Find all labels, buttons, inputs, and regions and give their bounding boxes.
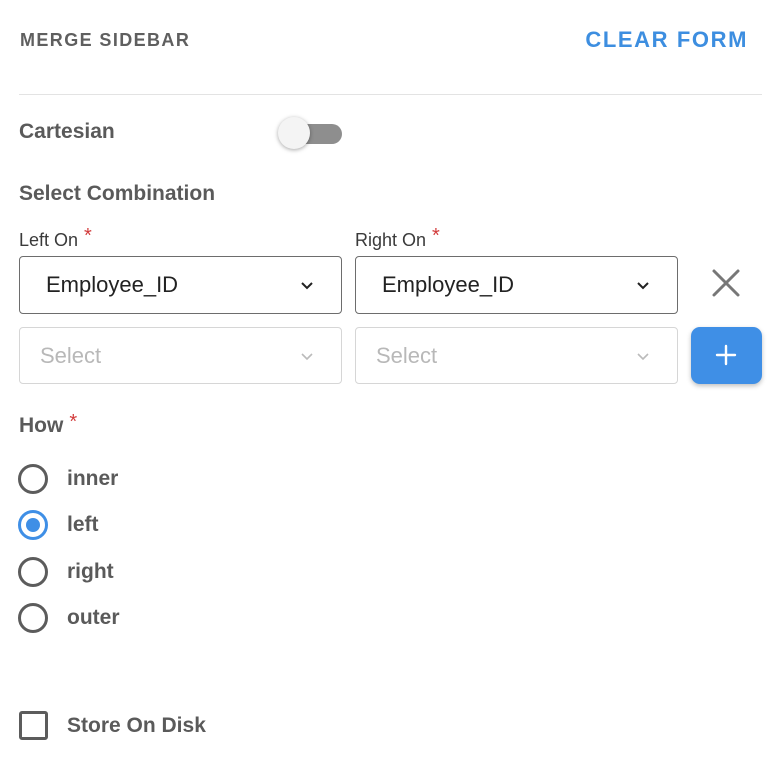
select-combination-heading: Select Combination: [19, 182, 216, 205]
store-on-disk-checkbox[interactable]: [19, 711, 48, 740]
radio-label: right: [67, 560, 114, 583]
right-on-label: Right On *: [355, 225, 440, 252]
sidebar-title: MERGE SIDEBAR: [20, 30, 191, 50]
radio-button[interactable]: [18, 603, 48, 633]
required-asterisk: *: [432, 225, 440, 247]
radio-label: left: [67, 513, 99, 536]
right-on-select-1[interactable]: Employee_ID: [355, 256, 678, 314]
sidebar-header: MERGE SIDEBAR CLEAR FORM: [0, 0, 776, 80]
store-on-disk-label: Store On Disk: [67, 714, 206, 737]
left-on-label: Left On *: [19, 225, 92, 252]
radio-option-left[interactable]: left: [18, 509, 218, 541]
chevron-down-icon: [301, 282, 313, 290]
radio-label: outer: [67, 606, 120, 629]
add-combination-button[interactable]: [691, 327, 762, 384]
left-on-placeholder: Select: [40, 343, 102, 368]
right-on-placeholder: Select: [376, 343, 438, 368]
toggle-thumb: [278, 117, 310, 149]
cartesian-toggle[interactable]: [278, 116, 344, 150]
right-on-select-2[interactable]: Select: [355, 327, 678, 384]
radio-button[interactable]: [18, 464, 48, 494]
left-on-text: Left On: [19, 230, 79, 250]
header-divider: [19, 94, 762, 95]
left-on-value: Employee_ID: [46, 272, 179, 297]
required-asterisk: *: [84, 225, 92, 247]
clear-form-button[interactable]: CLEAR FORM: [585, 27, 748, 53]
left-on-select-2[interactable]: Select: [19, 327, 342, 384]
required-asterisk: *: [69, 411, 78, 433]
radio-button[interactable]: [18, 510, 48, 540]
how-text: How: [19, 414, 64, 437]
chevron-down-icon: [637, 282, 649, 290]
remove-combination-button[interactable]: [708, 265, 744, 301]
right-on-text: Right On: [355, 230, 427, 250]
chevron-down-icon: [301, 353, 313, 361]
close-icon: [712, 269, 740, 297]
radio-button[interactable]: [18, 557, 48, 587]
radio-option-inner[interactable]: inner: [18, 463, 218, 495]
plus-icon: [715, 344, 737, 366]
radio-option-outer[interactable]: outer: [18, 602, 218, 634]
radio-label: inner: [67, 467, 119, 490]
chevron-down-icon: [637, 353, 649, 361]
store-on-disk-checkbox-row[interactable]: Store On Disk: [19, 710, 259, 742]
radio-option-right[interactable]: right: [18, 556, 218, 588]
cartesian-label: Cartesian: [19, 120, 115, 143]
right-on-value: Employee_ID: [382, 272, 515, 297]
how-label: How *: [19, 411, 78, 438]
left-on-select-1[interactable]: Employee_ID: [19, 256, 342, 314]
